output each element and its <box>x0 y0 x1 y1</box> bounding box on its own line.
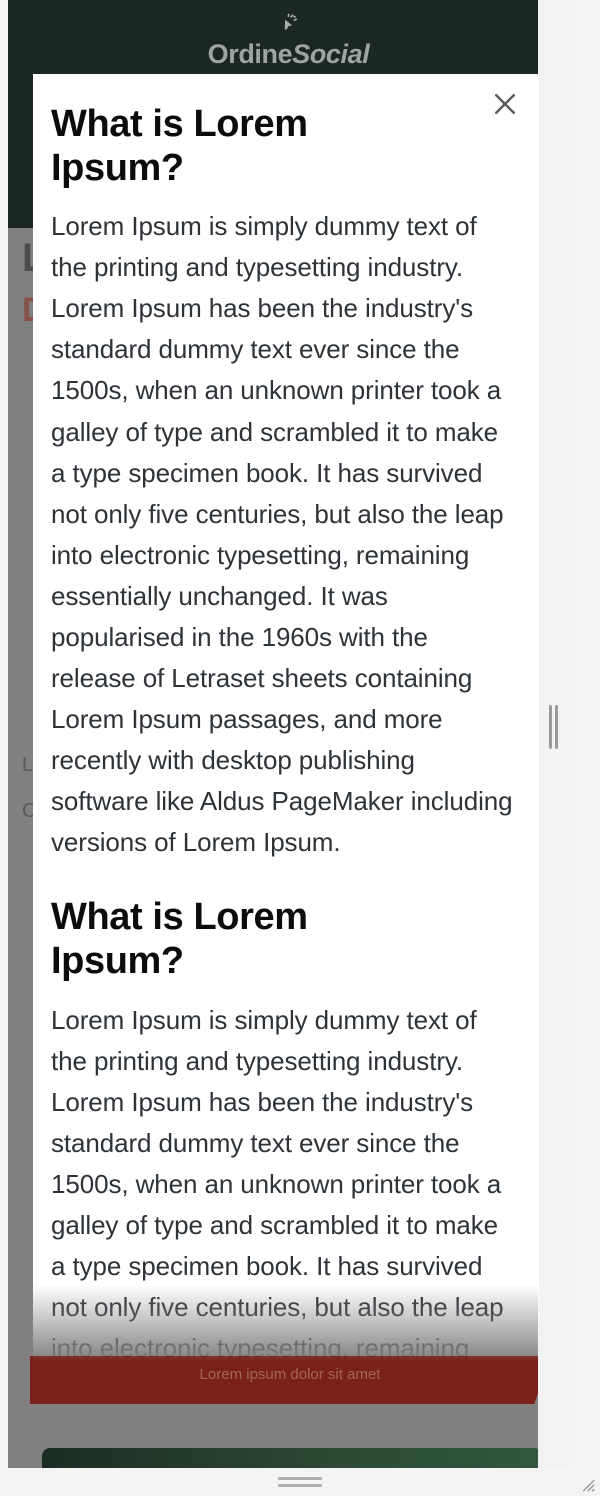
promo-banner[interactable]: Lorem ipsum dolor sit amet <box>30 1356 550 1404</box>
promo-banner-text: Lorem ipsum dolor sit amet <box>199 1366 381 1383</box>
info-modal: What is Lorem Ipsum? Lorem Ipsum is simp… <box>33 74 539 1362</box>
drag-handle-icon[interactable] <box>278 1477 322 1491</box>
brand-name-secondary: Social <box>292 39 370 69</box>
app-viewport: OrdineSocial Lorem Ipsum Dolor Sit Amet … <box>0 0 600 1496</box>
page-right-strip <box>538 0 569 1468</box>
bottom-action-bar[interactable] <box>42 1448 542 1468</box>
modal-heading-1: What is Lorem Ipsum? <box>51 103 308 190</box>
modal-paragraph-1: Lorem Ipsum is simply dummy text of the … <box>51 211 513 858</box>
cursor-click-icon <box>284 13 297 30</box>
scroll-grip-icon[interactable] <box>547 705 560 749</box>
close-icon[interactable] <box>485 84 525 124</box>
modal-body: What is Lorem Ipsum? Lorem Ipsum is simp… <box>33 74 539 1362</box>
brand-logo[interactable]: OrdineSocial <box>8 12 569 68</box>
modal-paragraph-2: Lorem Ipsum is simply dummy text of the … <box>51 1004 504 1362</box>
brand-name-primary: Ordine <box>207 39 293 69</box>
modal-heading-2: What is Lorem Ipsum? <box>51 896 308 983</box>
resize-corner-icon[interactable] <box>578 1475 596 1493</box>
window-bottom-bar <box>0 1468 600 1496</box>
